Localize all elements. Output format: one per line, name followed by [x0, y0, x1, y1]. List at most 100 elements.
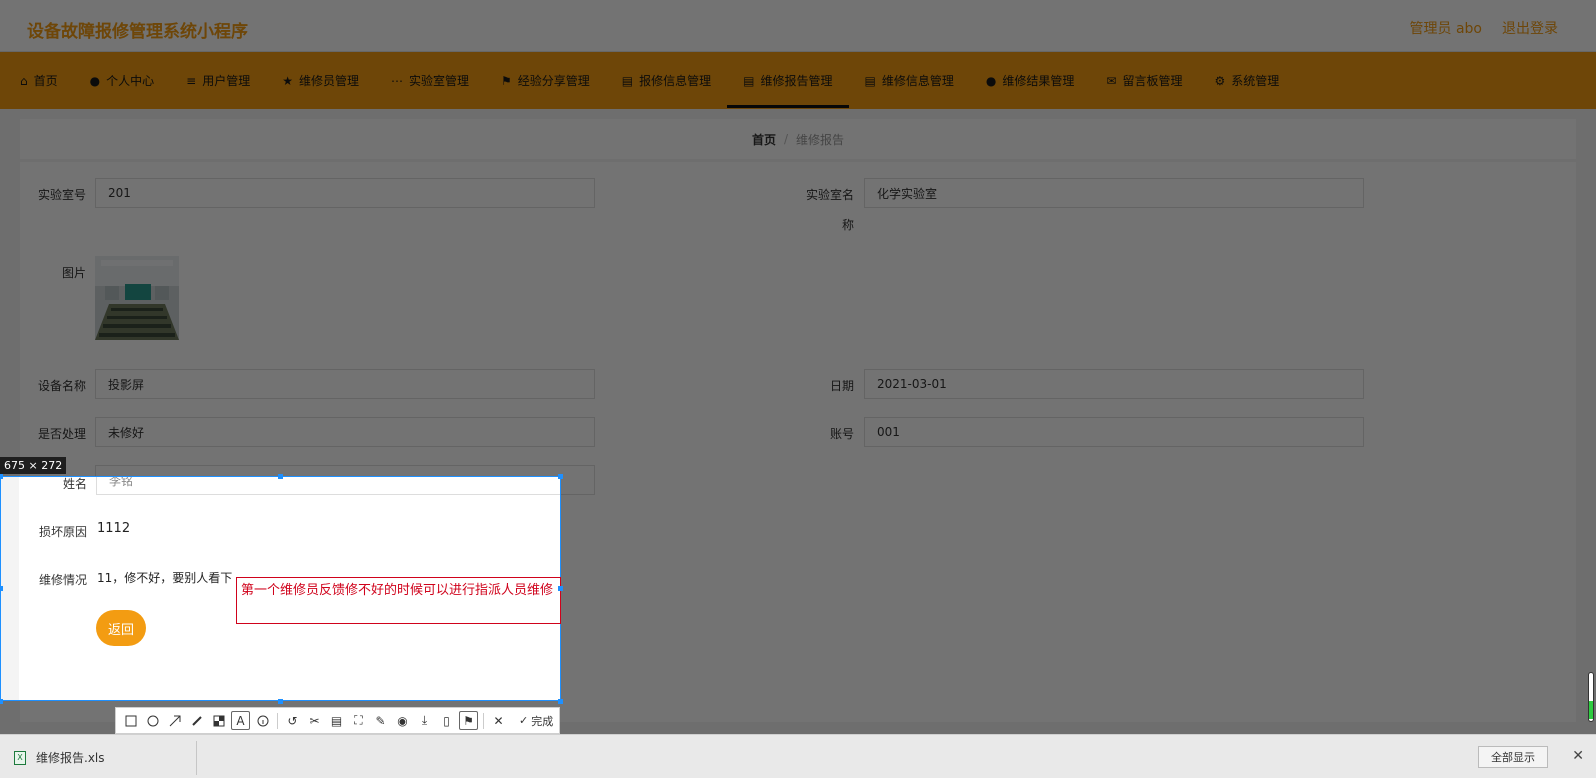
user-icon: ● — [985, 73, 997, 88]
nav-item-label: 维修结果管理 — [1002, 74, 1075, 88]
download-item[interactable]: X 维修报告.xls — [14, 749, 105, 766]
nav-item-label: 维修员管理 — [298, 74, 359, 88]
nav-item-3[interactable]: ★ 维修员管理 — [266, 52, 375, 109]
cause-value: 1112 — [97, 521, 131, 536]
arrow-tool-icon[interactable] — [165, 711, 184, 730]
scroll-indicator — [1588, 672, 1594, 722]
nav-item-label: 报修信息管理 — [639, 74, 712, 88]
cause-label: 损坏原因 — [38, 525, 87, 539]
list-icon: ≡ — [186, 73, 197, 88]
nav-item-0[interactable]: ⌂ 首页 — [4, 52, 74, 109]
nav-item-label: 用户管理 — [202, 74, 251, 88]
nav-item-7[interactable]: ▤ 维修报告管理 — [727, 52, 849, 109]
ellipse-tool-icon[interactable] — [143, 711, 162, 730]
doc-icon: ▤ — [743, 73, 755, 88]
nav-item-11[interactable]: ⚙ 系统管理 — [1198, 52, 1295, 109]
breadcrumb-separator: / — [783, 132, 789, 146]
rectangle-tool-icon[interactable] — [121, 711, 140, 730]
nav-item-8[interactable]: ▤ 维修信息管理 — [849, 52, 970, 109]
lab-no-field[interactable]: 201 — [95, 178, 595, 208]
nav-item-label: 实验室管理 — [409, 74, 470, 88]
app-title: 设备故障报修管理系统小程序 — [27, 22, 248, 42]
doc-icon: ▤ — [864, 73, 876, 88]
nav-item-label: 留言板管理 — [1122, 74, 1183, 88]
admin-user-label[interactable]: 管理员 abo — [1410, 18, 1482, 38]
device-field[interactable]: 投影屏 — [95, 369, 595, 399]
resize-handle-br[interactable] — [558, 699, 563, 704]
repair-label: 维修情况 — [38, 573, 87, 587]
nav-item-label: 首页 — [33, 74, 58, 88]
pin-icon[interactable]: ✎ — [371, 711, 390, 730]
flag-icon: ⚑ — [501, 73, 512, 88]
nav-item-1[interactable]: ● 个人中心 — [74, 52, 171, 109]
toolbar-separator — [277, 712, 278, 729]
breadcrumb: 首页 / 维修报告 — [20, 119, 1576, 159]
nav-item-10[interactable]: ✉ 留言板管理 — [1090, 52, 1198, 109]
date-field[interactable]: 2021-03-01 — [864, 369, 1364, 399]
resize-handle-l[interactable] — [0, 586, 3, 591]
check-icon: ✓ — [519, 714, 529, 727]
name-field[interactable]: 李铭 — [96, 477, 560, 495]
toolbar-separator — [483, 712, 484, 729]
excel-file-icon: X — [14, 750, 26, 765]
nav-item-2[interactable]: ≡ 用户管理 — [170, 52, 266, 109]
text-annotation[interactable]: 第一个维修员反馈修不好的时候可以进行指派人员维修 — [236, 577, 561, 624]
resize-handle-tr[interactable] — [558, 474, 563, 479]
main-nav: ⌂ 首页 ● 个人中心 ≡ 用户管理 ★ 维修员管理 ⋯ 实验室管理 ⚑ 经验分享管理 ▤ 报修信息管理 ▤… — [0, 52, 1596, 109]
screenshot-toolbar: A ↺ ✂ ▤ ⛶ ✎ ◉ ⤓ ▯ ⚑ ✕ ✓ 完成 — [115, 707, 560, 734]
selection-size-readout: 675 × 272 — [0, 457, 67, 474]
back-button[interactable]: 返回 — [96, 610, 146, 646]
bookmark-icon[interactable]: ⚑ — [459, 711, 478, 730]
device-label: 设备名称 — [37, 379, 86, 393]
date-label: 日期 — [829, 379, 854, 393]
top-header: 设备故障报修管理系统小程序 管理员 abo 退出登录 — [0, 0, 1596, 52]
nav-item-4[interactable]: ⋯ 实验室管理 — [375, 52, 485, 109]
gear-icon: ⚙ — [1214, 73, 1226, 88]
lab-name-label: 实验室名 — [805, 188, 854, 202]
resize-handle-b[interactable] — [278, 699, 283, 704]
ocr-icon[interactable]: ▤ — [327, 711, 346, 730]
info-tool-icon[interactable] — [253, 711, 272, 730]
pen-tool-icon[interactable] — [187, 711, 206, 730]
scissors-icon[interactable]: ✂ — [305, 711, 324, 730]
breadcrumb-home[interactable]: 首页 — [752, 131, 776, 148]
grid-icon: ⋯ — [391, 73, 403, 88]
done-label: 完成 — [531, 714, 554, 728]
scan-icon[interactable]: ⛶ — [349, 711, 368, 730]
resize-handle-r[interactable] — [558, 586, 563, 591]
undo-icon[interactable]: ↺ — [283, 711, 302, 730]
done-button[interactable]: ✓ 完成 — [519, 713, 553, 729]
download-icon[interactable]: ⤓ — [415, 711, 434, 730]
home-icon: ⌂ — [20, 73, 28, 88]
resize-handle-bl[interactable] — [0, 699, 3, 704]
phone-icon[interactable]: ▯ — [437, 711, 456, 730]
breadcrumb-current: 维修报告 — [796, 132, 845, 147]
processed-field[interactable]: 未修好 — [95, 417, 595, 447]
cancel-icon[interactable]: ✕ — [489, 711, 508, 730]
lab-name-label-wrap: 称 — [841, 218, 854, 232]
doc-icon: ▤ — [621, 73, 634, 88]
message-icon: ✉ — [1106, 73, 1117, 88]
account-label: 账号 — [829, 427, 854, 441]
download-file-name: 维修报告.xls — [36, 751, 105, 765]
close-icon[interactable]: ✕ — [1572, 748, 1584, 764]
repair-value: 11，修不好，要别人看下 — [97, 571, 233, 585]
resize-handle-t[interactable] — [278, 474, 283, 479]
user-icon: ● — [89, 73, 101, 88]
logout-link[interactable]: 退出登录 — [1502, 18, 1558, 38]
lab-name-field[interactable]: 化学实验室 — [864, 178, 1364, 208]
show-all-downloads-button[interactable]: 全部显示 — [1478, 746, 1548, 768]
nav-item-5[interactable]: ⚑ 经验分享管理 — [485, 52, 606, 109]
name-label: 姓名 — [62, 477, 87, 491]
resize-handle-tl[interactable] — [0, 474, 3, 479]
star-icon: ★ — [282, 73, 293, 88]
text-tool-icon[interactable]: A — [231, 711, 250, 730]
nav-item-6[interactable]: ▤ 报修信息管理 — [606, 52, 727, 109]
account-field[interactable]: 001 — [864, 417, 1364, 447]
nav-item-label: 维修信息管理 — [881, 74, 954, 88]
mosaic-tool-icon[interactable] — [209, 711, 228, 730]
record-icon[interactable]: ◉ — [393, 711, 412, 730]
nav-item-9[interactable]: ● 维修结果管理 — [970, 52, 1091, 109]
nav-item-label: 个人中心 — [106, 74, 155, 88]
image-label: 图片 — [61, 266, 86, 280]
